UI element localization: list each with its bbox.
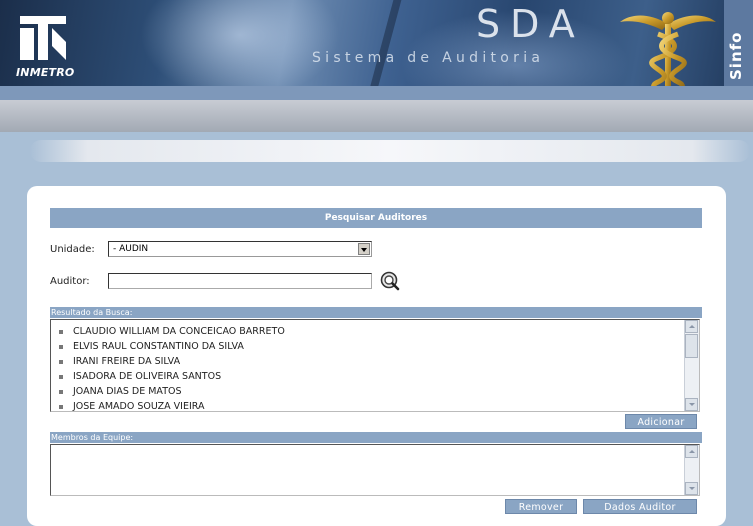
- scroll-thumb[interactable]: [685, 334, 698, 358]
- scroll-up-icon[interactable]: [685, 445, 698, 458]
- scroll-up-icon[interactable]: [685, 320, 698, 333]
- chevron-down-icon[interactable]: [358, 243, 370, 255]
- list-item[interactable]: CLAUDIO WILLIAM DA CONCEICAO BARRETO: [51, 324, 699, 339]
- team-listbox[interactable]: [50, 444, 700, 496]
- results-scrollbar[interactable]: [684, 320, 699, 411]
- header-band-grey: [0, 100, 753, 132]
- app-subtitle: Sistema de Auditoria: [312, 50, 545, 66]
- unidade-select[interactable]: - AUDIN: [108, 241, 372, 257]
- results-section-label: Resultado da Busca:: [50, 307, 702, 318]
- caduceus-emblem: [620, 12, 716, 97]
- unidade-selected-value: - AUDIN: [113, 244, 149, 254]
- search-section-title: Pesquisar Auditores: [50, 208, 702, 228]
- team-section-label: Membros da Equipe:: [50, 432, 702, 443]
- scroll-down-icon[interactable]: [685, 482, 698, 495]
- list-item[interactable]: IRANI FREIRE DA SILVA: [51, 354, 699, 369]
- inmetro-logo-mark: [20, 16, 66, 60]
- header-banner: INMETRO SDA Sistema de Auditoria Sinfo: [0, 0, 753, 100]
- sinfo-label: Sinfo: [727, 31, 745, 80]
- app-title: SDA: [476, 2, 585, 46]
- list-item[interactable]: JOANA DIAS DE MATOS: [51, 384, 699, 399]
- list-item[interactable]: ISADORA DE OLIVEIRA SANTOS: [51, 369, 699, 384]
- auditor-details-button[interactable]: Dados Auditor: [583, 499, 697, 514]
- list-item[interactable]: JOSE AMADO SOUZA VIEIRA: [51, 399, 699, 414]
- team-scrollbar[interactable]: [684, 445, 699, 495]
- list-item[interactable]: ELVIS RAUL CONSTANTINO DA SILVA: [51, 339, 699, 354]
- remove-button[interactable]: Remover: [505, 499, 577, 514]
- header-band: [0, 86, 753, 100]
- banner-glow: [140, 0, 340, 100]
- results-listbox[interactable]: CLAUDIO WILLIAM DA CONCEICAO BARRETO ELV…: [50, 319, 700, 412]
- header-glow-band: [30, 140, 750, 162]
- add-button[interactable]: Adicionar: [625, 414, 697, 429]
- auditor-label: Auditor:: [50, 276, 90, 287]
- auditor-input[interactable]: [108, 273, 372, 289]
- scroll-down-icon[interactable]: [685, 398, 698, 411]
- inmetro-logo-text: INMETRO: [16, 66, 75, 79]
- search-icon[interactable]: [380, 271, 400, 291]
- unidade-label: Unidade:: [50, 244, 95, 255]
